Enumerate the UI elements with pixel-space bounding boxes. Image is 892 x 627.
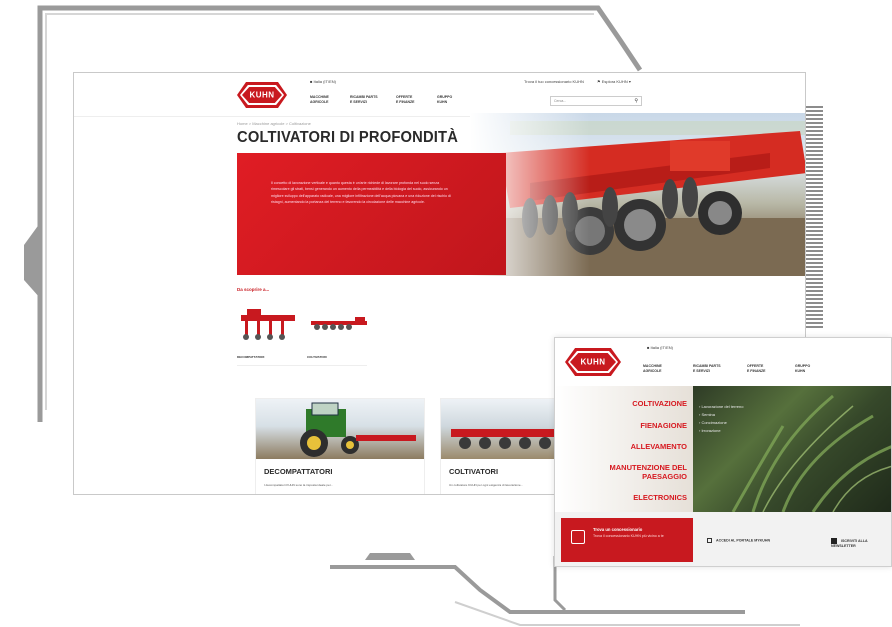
product-label[interactable]: DECOMPATTATORI (237, 355, 264, 359)
dealer-title: Trova un concessionario (593, 527, 643, 532)
decorative-stripes (805, 106, 823, 328)
breadcrumb[interactable]: Home > Macchine agricole > Coltivazione (237, 121, 311, 126)
kuhn-logo[interactable]: KUHN (237, 82, 287, 108)
language-selector[interactable]: ■ Italia (IT/EN) (647, 345, 673, 350)
kuhn-logo[interactable]: KUHN (565, 348, 621, 376)
portal-icon (707, 538, 712, 543)
divider (237, 365, 367, 366)
nav-item-machines[interactable]: MACCHINE AGRICOLE (310, 95, 340, 104)
card-image (256, 399, 424, 459)
menu-item-electronics[interactable]: ELECTRONICS (633, 493, 687, 503)
nav-line: AGRICOLE (310, 99, 329, 104)
submenu-item[interactable]: › Irrorazione (699, 428, 721, 433)
mykuhn-portal-link[interactable]: ACCEDI AL PORTALE MYKUHN (707, 538, 770, 543)
nav-line: E FINANZE (747, 368, 766, 373)
menu-item-fienagione[interactable]: FIENAGIONE (640, 421, 687, 431)
language-selector[interactable]: ■ Italia (IT/EN) (310, 79, 336, 84)
nav-item-group[interactable]: GRUPPO KUHN (795, 364, 829, 373)
nav-line: AGRICOLE (643, 368, 662, 373)
menu-item-manutenzione-line2[interactable]: PAESAGGIO (642, 472, 687, 482)
discover-heading: Da scoprire a... (237, 287, 270, 292)
intro-red-panel: Il concetto di lavorazione verticale e q… (237, 153, 506, 275)
hero-image (470, 113, 805, 276)
portal-link-label: ACCEDI AL PORTALE MYKUHN (716, 538, 771, 543)
dealer-finder-panel[interactable]: Trova un concessionario Trova il concess… (561, 518, 693, 562)
nav-line: KUHN (795, 368, 806, 373)
card-decompattatori[interactable]: DECOMPATTATORI I decompattatori KUHN son… (255, 398, 425, 494)
nav-item-machines[interactable]: MACCHINE AGRICOLE (643, 364, 677, 373)
tractor-illustration (300, 402, 416, 457)
search-icon[interactable]: ⚲ (634, 98, 638, 104)
menu-item-allevamento[interactable]: ALLEVAMENTO (631, 442, 687, 452)
search-placeholder: Cerca... (554, 99, 567, 103)
product-label[interactable]: COLTIVATORI (307, 355, 327, 359)
card-title: COLTIVATORI (449, 467, 499, 476)
intro-text: Il concetto di lavorazione verticale e q… (271, 181, 451, 204)
page-title: COLTIVATORI DI PROFONDITÀ (237, 129, 459, 146)
nav-item-offers[interactable]: OFFERTE E FINANZE (747, 364, 781, 373)
card-desc: I decompattatori KUHN sono la risposta i… (264, 483, 334, 487)
dealer-link[interactable]: Trova il tuo concessionario KUHN (524, 79, 584, 84)
decompactor-icon (241, 309, 295, 340)
submenu-item[interactable]: › Concimazione (699, 420, 727, 425)
login-link[interactable]: ⚑ Esplora KUHN ▾ (597, 79, 631, 84)
cultivator-machine-illustration (470, 113, 805, 276)
logo-text: KUHN (249, 90, 275, 100)
search-input[interactable]: Cerca... ⚲ (550, 96, 642, 106)
cultivator-icon (311, 317, 367, 330)
nav-line: E SERVIZI (693, 368, 710, 373)
newsletter-link[interactable]: ISCRIVITI ALLA NEWSLETTER (831, 538, 891, 548)
menu-item-coltivazione[interactable]: COLTIVAZIONE (632, 399, 687, 409)
mega-menu-screenshot: KUHN ■ Italia (IT/EN) MACCHINE AGRICOLE … (554, 337, 892, 567)
card-title: DECOMPATTATORI (264, 467, 333, 476)
mega-menu-categories: COLTIVAZIONE FIENAGIONE ALLEVAMENTO MANU… (555, 386, 693, 512)
header: KUHN ■ Italia (IT/EN) Trova il tuo conce… (74, 73, 805, 117)
nav-line: E FINANZE (396, 99, 415, 104)
nav-line: KUHN (437, 99, 448, 104)
nav-line: RICAMBI PARTS (350, 95, 378, 99)
product-decompattatori[interactable] (237, 305, 299, 345)
dealer-text: Trova il concessionario KUHN più vicino … (593, 534, 664, 538)
nav-item-parts[interactable]: RICAMBI PARTS E SERVIZI (350, 95, 380, 104)
location-icon (571, 530, 585, 544)
logo-text: KUHN (580, 357, 606, 367)
header: KUHN ■ Italia (IT/EN) MACCHINE AGRICOLE … (555, 338, 891, 386)
nav-item-offers[interactable]: OFFERTE E FINANZE (396, 95, 426, 104)
submenu-item[interactable]: › Semina (699, 412, 715, 417)
nav-line: E SERVIZI (350, 99, 367, 104)
nav-item-group[interactable]: GRUPPO KUHN (437, 95, 467, 104)
product-coltivatori[interactable] (307, 305, 369, 345)
submenu-item[interactable]: › Lavorazione del terreno (699, 404, 743, 409)
nav-item-parts[interactable]: RICAMBI PARTS E SERVIZI (693, 364, 727, 373)
